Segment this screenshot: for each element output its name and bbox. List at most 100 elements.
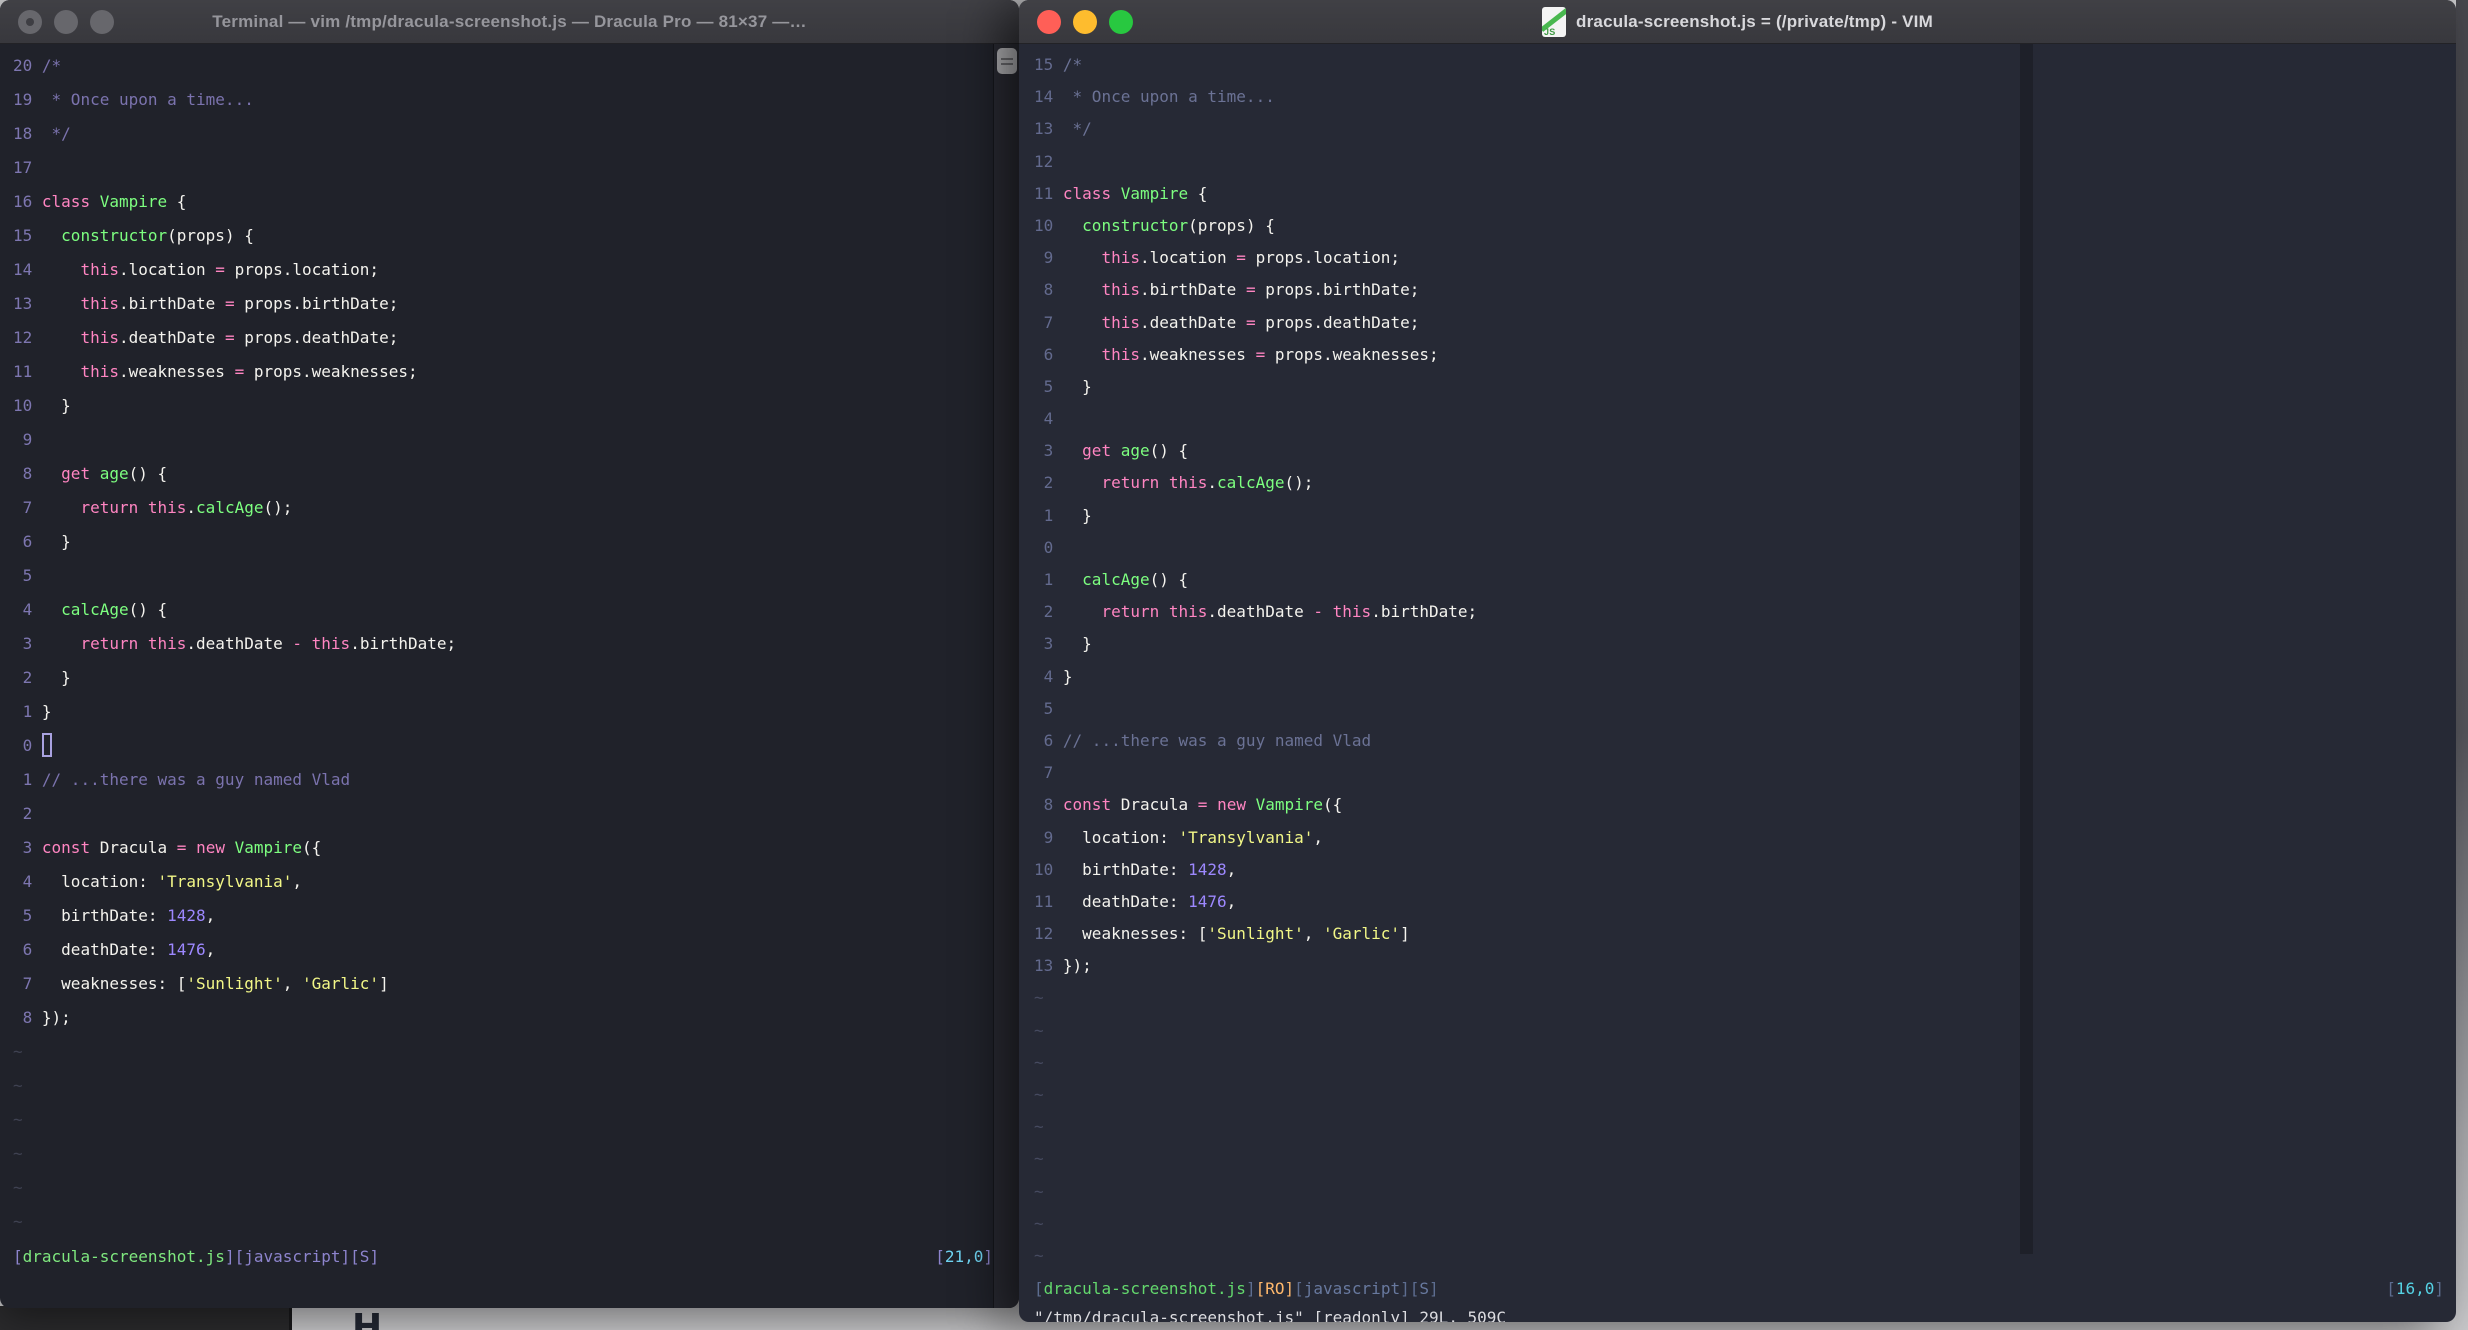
code-line: 1 } [13,695,993,729]
code-token: this [1332,602,1372,622]
code-line: 15 constructor(props) { [13,219,993,253]
code-token: .birthDate; [350,634,457,653]
code-token: Vampire [234,838,303,857]
code-token: , [205,940,216,959]
code-token: Vampire [99,192,168,211]
code-token: */ [41,124,71,143]
code-token: Dracula [1111,795,1198,815]
close-button-icon[interactable] [18,10,42,34]
status-segment: javascript [244,1247,341,1266]
vim-text-area-right[interactable]: 15 /* 14 * Once upon a time... 13 */12 11 … [1019,44,2419,1272]
line-number: 0 [1034,537,1063,557]
desktop-partial-glyph: H [352,1308,383,1330]
line-number: 5 [13,566,42,585]
code-token: . [186,498,197,517]
line-number: 14 [13,260,42,279]
code-token: - [1313,602,1324,622]
line-number: 5 [1034,698,1063,718]
code-line: 11 deathDate: 1476, [1034,886,2419,918]
zoom-button-icon[interactable] [90,10,114,34]
code-token: this [1101,312,1140,332]
code-token: constructor [61,226,168,245]
terminal-window-title: Terminal — vim /tmp/dracula-screenshot.j… [212,11,807,31]
line-number: 12 [1034,924,1063,944]
status-segment: dracula-screenshot.js [1043,1279,1246,1298]
code-token: } [1062,634,1092,654]
code-token: this [147,634,187,653]
code-token: () { [1149,441,1189,461]
code-token: ] [1400,924,1410,944]
code-token: { [1188,183,1208,203]
code-line: 1 calcAge() { [1034,564,2419,596]
code-line: 3 const Dracula = new Vampire({ [13,831,993,865]
status-segment: [RO] [1255,1279,1295,1298]
code-line: 8 const Dracula = new Vampire({ [1034,789,2419,821]
code-token: get [1082,441,1112,461]
code-line: 12 [1034,146,2419,178]
code-token: 1428 [1188,859,1227,879]
line-number: 10 [1034,215,1063,235]
desktop: H Terminal — vim /tmp/dracula-screenshot… [0,0,2468,1330]
vim-statusline-right: [dracula-screenshot.js][RO][javascript][… [1034,1273,2444,1305]
code-line: 5 birthDate: 1428, [13,899,993,933]
code-token: this [80,294,119,313]
status-segment: 21,0 [944,1247,984,1266]
line-number: 16 [13,192,42,211]
line-number: 13 [13,294,42,313]
code-token: this [80,260,119,279]
line-number: 11 [13,362,42,381]
code-token: () { [128,600,168,619]
tilde-line: ~ [1034,1213,1044,1233]
scrollbar-track[interactable] [993,44,1019,1308]
terminal-titlebar[interactable]: Terminal — vim /tmp/dracula-screenshot.j… [0,0,1019,44]
code-token: location: [1062,827,1179,847]
vim-cursor [41,732,52,757]
code-line: 6 this.weaknesses = props.weaknesses; [1034,339,2419,371]
code-token: return [80,634,139,653]
line-number: 10 [1034,859,1063,879]
line-number: 6 [1034,344,1063,364]
minimize-button-icon[interactable] [54,10,78,34]
code-token: props.weaknesses; [244,362,418,381]
line-number: 11 [1034,183,1063,203]
status-segment: ] [1428,1279,1439,1298]
line-number: 17 [13,158,42,177]
code-token: this [147,498,187,517]
code-token: 1476 [167,940,206,959]
code-line: 6 deathDate: 1476, [13,933,993,967]
vim-message-line: "/tmp/dracula-screenshot.js" [readonly] … [1034,1308,1507,1322]
code-token: this [80,362,119,381]
code-token: , [1226,891,1237,911]
code-token: .deathDate [1207,602,1314,622]
code-token: this [1168,602,1208,622]
line-number: 3 [13,838,42,857]
code-token: - [292,634,303,653]
code-line: 16 class Vampire { [13,185,993,219]
close-button-icon[interactable] [1037,10,1061,34]
minimize-button-icon[interactable] [1073,10,1097,34]
code-line: 0 [1034,532,2419,564]
status-segment: ][ [1400,1279,1420,1298]
scrollbar-thumb[interactable] [997,48,1017,74]
vim-text-area-left[interactable]: 20 /* 19 * Once upon a time... 18 */17 16 … [0,44,993,1239]
code-token: Vampire [1255,795,1324,815]
code-token: this [1168,473,1208,493]
tilde-line: ~ [1034,988,1044,1008]
code-token: = [1245,312,1256,332]
macvim-titlebar[interactable]: JS dracula-screenshot.js = (/private/tmp… [1019,0,2456,44]
code-token: , [282,974,302,993]
code-token: new [1217,795,1246,815]
code-token: weaknesses: [ [1062,924,1208,944]
line-number: 4 [1034,409,1063,429]
zoom-button-icon[interactable] [1109,10,1133,34]
code-line: 2 } [13,661,993,695]
line-number: 11 [1034,891,1063,911]
code-token: { [167,192,187,211]
line-number: 14 [1034,87,1063,107]
code-line: 7 [1034,757,2419,789]
